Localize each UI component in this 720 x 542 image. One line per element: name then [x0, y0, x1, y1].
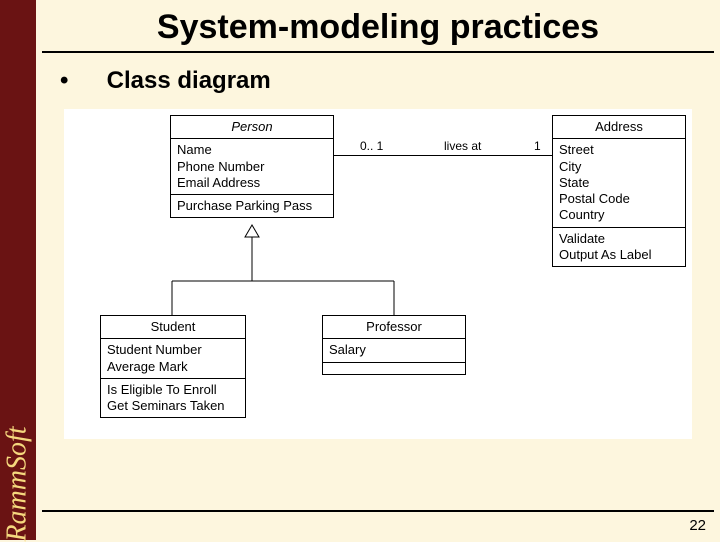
class-attributes: Student Number Average Mark [101, 338, 245, 378]
attr: Postal Code [559, 191, 679, 207]
class-student: Student Student Number Average Mark Is E… [100, 315, 246, 418]
bullet-item: • Class diagram [36, 53, 720, 103]
attr: City [559, 159, 679, 175]
class-person: Person Name Phone Number Email Address P… [170, 115, 334, 218]
class-name: Student [101, 316, 245, 338]
brand-sidebar: RammSoft [0, 0, 36, 540]
class-operations: Is Eligible To Enroll Get Seminars Taken [101, 378, 245, 418]
assoc-label: lives at [444, 139, 481, 153]
attr: Average Mark [107, 359, 239, 375]
attr: Name [177, 142, 327, 158]
attr: Student Number [107, 342, 239, 358]
slide-content: System-modeling practices • Class diagra… [36, 0, 720, 540]
attr: Country [559, 207, 679, 223]
assoc-line [334, 155, 552, 156]
attr: Salary [329, 342, 459, 358]
class-operations: Purchase Parking Pass [171, 194, 333, 217]
class-attributes: Salary [323, 338, 465, 361]
attr: State [559, 175, 679, 191]
class-name: Address [553, 116, 685, 138]
class-name: Professor [323, 316, 465, 338]
uml-diagram: Person Name Phone Number Email Address P… [64, 109, 692, 439]
class-operations: Validate Output As Label [553, 227, 685, 267]
mult-right: 1 [534, 139, 541, 153]
bullet-text: Class diagram [107, 67, 271, 94]
op: Validate [559, 231, 679, 247]
brand-text: RammSoft [2, 426, 34, 541]
attr: Phone Number [177, 159, 327, 175]
class-operations [323, 362, 465, 374]
page-number: 22 [689, 517, 706, 534]
footer-divider [42, 510, 714, 512]
class-attributes: Name Phone Number Email Address [171, 138, 333, 194]
attr: Email Address [177, 175, 327, 191]
slide-title: System-modeling practices [36, 0, 720, 51]
op: Get Seminars Taken [107, 398, 239, 414]
class-professor: Professor Salary [322, 315, 466, 375]
op: Output As Label [559, 247, 679, 263]
class-address: Address Street City State Postal Code Co… [552, 115, 686, 267]
class-name: Person [171, 116, 333, 138]
mult-left: 0.. 1 [360, 139, 383, 153]
attr: Street [559, 142, 679, 158]
bullet-marker: • [60, 67, 100, 95]
op: Purchase Parking Pass [177, 198, 327, 214]
class-attributes: Street City State Postal Code Country [553, 138, 685, 226]
op: Is Eligible To Enroll [107, 382, 239, 398]
